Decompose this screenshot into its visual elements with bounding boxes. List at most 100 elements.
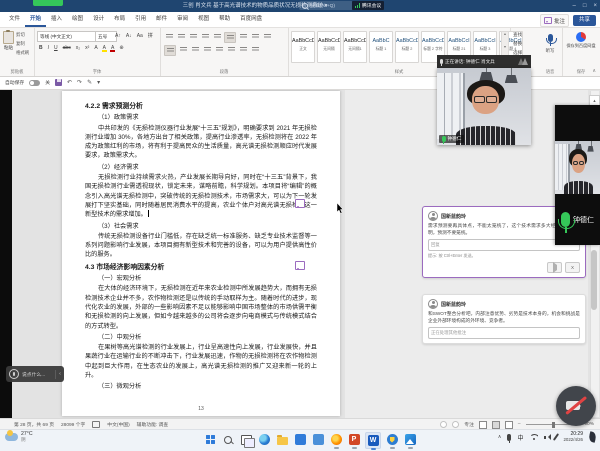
tab-mailings[interactable]: 邮件 [151, 12, 172, 27]
change-case-button[interactable]: Aa [136, 33, 144, 39]
search-box[interactable]: 搜索(Alt+Q) [299, 1, 353, 10]
maximize-button[interactable]: □ [583, 3, 587, 9]
shading-icon[interactable] [238, 45, 248, 54]
multilevel-list-icon[interactable] [188, 32, 198, 41]
line-spacing-icon[interactable] [226, 45, 236, 54]
distribute-icon[interactable] [214, 45, 224, 54]
send-reply-button[interactable] [547, 262, 562, 273]
save-icon[interactable] [55, 79, 62, 86]
app-button[interactable] [311, 432, 325, 447]
italic-button[interactable]: I [47, 45, 50, 51]
firefox-button[interactable] [329, 432, 343, 447]
meeting-participant-strip[interactable]: 钟德仁 [555, 105, 600, 245]
tab-home[interactable]: 开始 [25, 12, 46, 27]
justify-icon[interactable] [202, 45, 212, 54]
word-count[interactable]: 28099 个字 [61, 421, 85, 428]
highlight-color-button[interactable]: A [102, 45, 107, 51]
pen-icon[interactable]: ✎ [87, 79, 92, 86]
tab-layout[interactable]: 布局 [109, 12, 130, 27]
decrease-indent-icon[interactable] [200, 32, 210, 41]
focus-mode[interactable]: 专注 [464, 421, 474, 428]
left-to-right-icon[interactable] [224, 32, 236, 43]
tab-draw[interactable]: 绘图 [67, 12, 88, 27]
file-explorer-button[interactable] [275, 432, 289, 447]
tray-expand-button[interactable]: ∧ [498, 434, 502, 440]
volume-icon[interactable] [544, 434, 549, 440]
meeting-chat-pill[interactable]: 说点什么... ‹ [6, 366, 64, 382]
document-page[interactable]: 4.2.2 需求预测分析 （1）政策需求 中共印发的《无损检测仪器行业发展“十三… [62, 91, 340, 416]
numbered-list-icon[interactable] [176, 32, 186, 41]
undo-button[interactable]: ↶ [67, 79, 72, 86]
read-mode-icon[interactable] [479, 421, 487, 429]
underline-button[interactable]: U [53, 45, 59, 51]
web-layout-icon[interactable] [505, 421, 513, 429]
meeting-speaking-bar[interactable]: 正在讲话: 钟德仁 肖文兵 [437, 55, 531, 68]
paragraph-mark-icon[interactable] [238, 32, 248, 41]
font-name-select[interactable]: 等线 (中文正文) [37, 31, 97, 42]
tab-baidu-netdisk[interactable]: 百度网盘 [235, 12, 267, 27]
language-status[interactable]: 中文(中国) [107, 421, 129, 428]
dictate-button[interactable]: 听写 [538, 34, 562, 54]
strikethrough-button[interactable]: abc [62, 45, 72, 51]
enclose-characters-button[interactable]: ⊕ [118, 45, 124, 51]
replace-button[interactable]: 替换 [513, 41, 522, 47]
cancel-reply-button[interactable]: X [565, 262, 580, 273]
borders-icon[interactable] [250, 45, 260, 54]
font-color-button[interactable]: A [110, 45, 115, 51]
word-button[interactable]: W [365, 432, 381, 449]
security-app-button[interactable] [385, 432, 399, 447]
page-info[interactable]: 第 28 页，共 69 页 [14, 421, 54, 428]
ink-notification-icon[interactable] [588, 431, 597, 442]
comment-card[interactable]: 国新蓝韵玲 和SWOT整合分析吧，内部注意优势、劣势是技术本身的，机会和挑战是企… [422, 294, 586, 344]
share-button[interactable]: 共享 [573, 15, 596, 26]
edge-button[interactable] [257, 432, 271, 447]
tab-insert[interactable]: 插入 [46, 12, 67, 27]
superscript-button[interactable]: x² [84, 45, 90, 51]
tab-design[interactable]: 设计 [88, 12, 109, 27]
tab-references[interactable]: 引用 [130, 12, 151, 27]
style-heading-1[interactable]: AaBbC标题 1 [369, 31, 393, 63]
task-view-button[interactable] [239, 432, 253, 447]
print-layout-icon[interactable] [492, 421, 500, 429]
taskbar-search-button[interactable] [221, 432, 235, 447]
pinyin-guide-button[interactable]: 拼 [147, 32, 154, 39]
increase-indent-icon[interactable] [212, 32, 222, 41]
tab-view[interactable]: 视图 [193, 12, 214, 27]
style-normal[interactable]: AaBbCcDx正文 [291, 31, 315, 63]
comment-anchor-icon[interactable] [295, 199, 305, 208]
style-no-spacing[interactable]: AaBbCcDx无间隔 [317, 31, 341, 63]
store-button[interactable] [293, 432, 307, 447]
comments-button[interactable]: 批注 [540, 14, 569, 27]
find-button[interactable]: 查找 [513, 32, 522, 38]
zoom-out-button[interactable]: – [518, 422, 521, 427]
powerpoint-button[interactable]: P [347, 432, 361, 447]
comment-anchor-icon[interactable] [295, 261, 305, 270]
zoom-slider[interactable] [526, 424, 572, 425]
taskbar-clock[interactable]: 20:29 2022/4/26 [563, 432, 583, 442]
tab-file[interactable]: 文件 [4, 12, 25, 27]
chat-placeholder[interactable]: 说点什么... [22, 371, 52, 378]
style-no-spacing-1[interactable]: AaBbCcD无间隔1 [343, 31, 367, 63]
bullet-list-icon[interactable] [164, 32, 174, 41]
paste-button[interactable]: 粘贴 [2, 31, 15, 51]
subscript-button[interactable]: x₂ [75, 45, 81, 51]
asian-layout-icon[interactable] [250, 32, 260, 41]
redo-button[interactable]: ↷ [77, 79, 82, 86]
comment-reply-input[interactable]: 正在处理其他批注 [428, 327, 580, 339]
sort-icon[interactable] [262, 32, 272, 41]
ime-indicator[interactable]: 中 [517, 433, 523, 442]
copy-button[interactable]: 复制 [16, 41, 29, 47]
pen-icon[interactable] [553, 433, 559, 441]
format-painter-button[interactable]: 格式刷 [16, 50, 29, 56]
photos-button[interactable] [403, 432, 417, 447]
save-to-baidu-button[interactable]: 保存到百度网盘 [562, 32, 600, 49]
tab-review[interactable]: 审阅 [172, 12, 193, 27]
tray-mic-icon[interactable] [507, 434, 511, 441]
wifi-icon[interactable] [529, 434, 538, 441]
meeting-video-window[interactable]: 钟德仁 [437, 68, 531, 145]
align-center-icon[interactable] [178, 45, 188, 54]
accessibility-status[interactable]: 辅助功能: 调查 [137, 421, 168, 428]
collapse-pill-button[interactable]: ‹ [59, 371, 61, 377]
scrollbar-thumb[interactable] [591, 250, 597, 310]
start-button[interactable] [203, 432, 217, 447]
